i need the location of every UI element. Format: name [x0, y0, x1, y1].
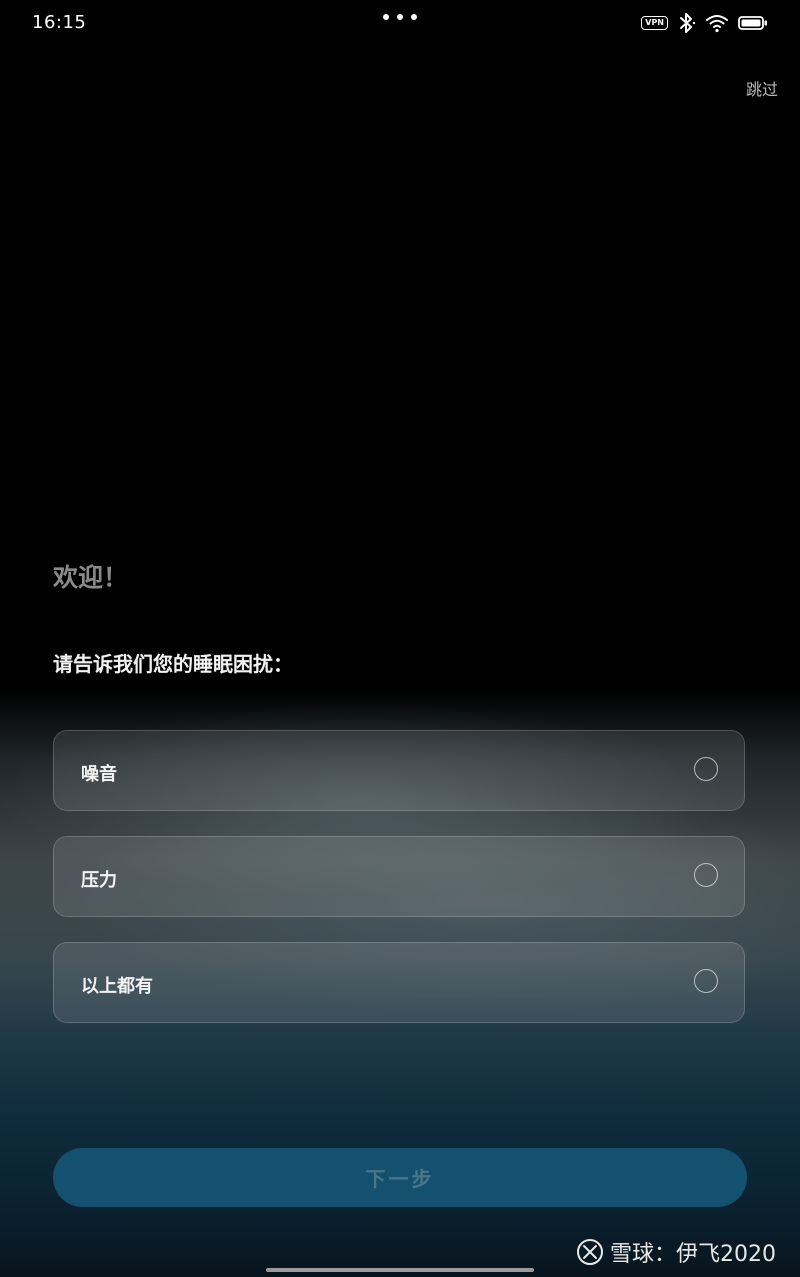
sleep-onboarding-screen: 16:15 VPN 跳过 欢迎！ 请告诉我们您的睡眠困扰： 噪音 压力 以上都有… [0, 0, 800, 1277]
option-label: 噪音 [81, 764, 117, 785]
watermark-text: 雪球：伊飞2020 [610, 1242, 776, 1267]
more-dots-icon [383, 14, 419, 20]
option-label: 以上都有 [81, 976, 153, 997]
skip-button[interactable]: 跳过 [746, 76, 778, 100]
next-step-label: 下一步 [365, 1167, 435, 1191]
option-noise[interactable]: 噪音 [53, 730, 745, 811]
status-bar: 16:15 VPN [0, 0, 800, 44]
radio-circle-icon[interactable] [694, 969, 718, 993]
wifi-icon [706, 15, 728, 33]
battery-icon [738, 16, 767, 30]
radio-circle-icon[interactable] [694, 757, 718, 781]
next-step-button[interactable]: 下一步 [53, 1148, 747, 1207]
option-all-of-above[interactable]: 以上都有 [53, 942, 745, 1023]
status-icons: VPN [641, 12, 768, 34]
home-indicator[interactable] [266, 1268, 534, 1272]
radio-circle-icon[interactable] [694, 863, 718, 887]
welcome-heading: 欢迎！ [53, 563, 129, 592]
watermark: 雪球：伊飞2020 [576, 1236, 776, 1268]
vpn-icon: VPN [641, 16, 668, 30]
status-time: 16:15 [32, 12, 87, 33]
question-text: 请告诉我们您的睡眠困扰： [53, 652, 293, 676]
bluetooth-icon [680, 13, 696, 33]
xueqiu-logo-icon [577, 1239, 603, 1265]
option-stress[interactable]: 压力 [53, 836, 745, 917]
option-label: 压力 [81, 870, 117, 891]
